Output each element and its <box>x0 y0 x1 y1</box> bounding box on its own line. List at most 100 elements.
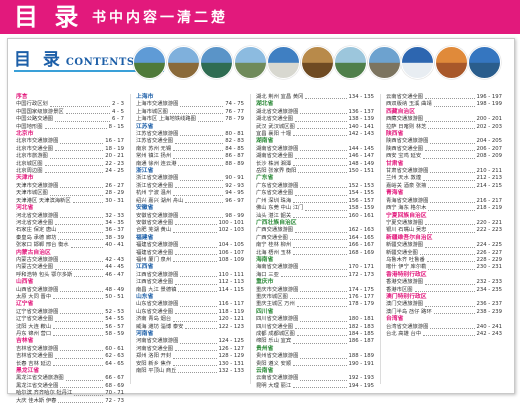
toc-entry-page: 62 - 63 <box>105 353 124 360</box>
leader-dots <box>293 383 347 389</box>
toc-entry-title: 广东省交通全图 <box>256 190 294 197</box>
toc-entry: 济南 青岛 烟台 120 - 121 <box>136 316 244 323</box>
leader-dots <box>300 353 347 359</box>
toc-entry-page: 144 - 145 <box>348 145 375 152</box>
toc-entry-page: 6 - 7 <box>111 116 124 123</box>
leader-dots <box>295 190 347 196</box>
leader-dots <box>428 183 475 189</box>
leader-dots <box>185 324 217 329</box>
leader-dots <box>173 353 217 359</box>
leader-dots <box>289 294 347 300</box>
leader-dots <box>295 227 347 233</box>
leader-dots <box>425 301 475 307</box>
toc-entry-title: 武汉 武汉城区图 <box>256 123 295 130</box>
toc-entry: 合肥 芜湖 黄山 102 - 103 <box>136 227 244 234</box>
leader-dots <box>55 353 104 359</box>
leader-dots <box>44 161 104 167</box>
toc-section-heading: 台湾省 <box>386 316 404 323</box>
toc-entry-page: 194 - 195 <box>348 382 375 389</box>
toc-entry-title: 南阳 平顶山 商丘 <box>136 368 177 375</box>
toc-entry: 西双版纳 玉溪 曲靖 198 - 199 <box>386 101 502 108</box>
leader-dots <box>300 183 347 189</box>
leader-dots <box>175 346 217 352</box>
toc-column-1: 序言 中国行政区划 2 - 3 中国国家级旅游景区 4 - 5 中国公路交通图 6 - 7中… <box>16 94 124 404</box>
toc-column-2: 上海市 上海市交通旅游图 74 - 75 上海市城区图 76 - 77 上海市区 上海地铁… <box>136 94 244 384</box>
leader-dots <box>423 175 475 181</box>
leader-dots <box>414 287 475 292</box>
toc-entry-page: 92 - 93 <box>225 182 244 189</box>
toc-entry-page: 148 - 149 <box>348 160 375 167</box>
leader-dots <box>185 198 224 204</box>
toc-entry-title: 中国公路交通图 <box>16 116 54 123</box>
toc-entry-page: 66 - 67 <box>105 375 124 382</box>
toc-entry-page: 214 - 215 <box>476 182 503 189</box>
toc-entry-page: 138 - 139 <box>348 116 375 123</box>
title-banner: 目 录 书中内容一清二楚 <box>0 0 520 34</box>
toc-entry-page: 146 - 147 <box>348 153 375 160</box>
toc-entry: 郑州 洛阳 开封 128 - 129 <box>136 353 244 360</box>
toc-entry: 喀什 伊宁 库尔勒 230 - 231 <box>386 264 502 271</box>
toc-entry: 威海 潍坊 淄博 泰安 122 - 123 <box>136 324 244 331</box>
toc-entry-page: 56 - 57 <box>105 323 124 330</box>
toc-entry: 辽宁省交通全图 54 - 55 <box>16 316 124 323</box>
toc-entry-page: 28 - 29 <box>105 190 124 197</box>
toc-entry-title: 贵阳 遵义 安顺 <box>256 360 292 367</box>
toc-entry-page: 102 - 103 <box>218 227 245 234</box>
leader-dots <box>74 272 104 278</box>
column-divider <box>250 94 251 384</box>
leader-dots <box>180 301 217 307</box>
toc-entry: 岳阳 张家界 衡阳 150 - 151 <box>256 168 374 175</box>
toc-entry: 嘉峪关 酒泉 张掖 214 - 215 <box>386 183 502 190</box>
toc-entry-title: 长春 吉林 延边 <box>16 360 52 367</box>
toc-entry: 沈阳 大连 鞍山 56 - 57 <box>16 324 124 331</box>
leader-dots <box>53 294 104 300</box>
toc-entry-title: 沈阳 大连 鞍山 <box>16 323 52 330</box>
toc-entry-page: 130 - 131 <box>218 360 245 367</box>
toc-entry-page: 170 - 171 <box>348 264 375 271</box>
column-divider <box>380 94 381 384</box>
leader-dots <box>430 324 475 329</box>
toc-entry-page: 186 - 187 <box>348 338 375 345</box>
leader-dots <box>65 109 110 115</box>
toc-entry-title: 西宁 海东 格尔木 <box>386 205 427 212</box>
toc-entry: 拉萨 日喀则 林芝 202 - 203 <box>386 124 502 131</box>
toc-entry-title: 海南省交通旅游图 <box>256 264 299 271</box>
toc-entry: 新疆交通全图 226 - 227 <box>386 250 502 257</box>
toc-entry: 内蒙古交通全图 44 - 45 <box>16 264 124 271</box>
toc-entry: 浙江省交通旅游图 90 - 91 <box>136 175 244 182</box>
toc-entry-title: 江西省交通全图 <box>136 279 174 286</box>
toc-entry-page: 122 - 123 <box>218 323 245 330</box>
toc-entry-page: 238 - 239 <box>476 308 503 315</box>
leader-dots <box>293 361 347 367</box>
toc-entry: 湖北省交通全图 138 - 139 <box>256 116 374 123</box>
toc-entry-page: 46 - 47 <box>105 271 124 278</box>
toc-entry-title: 拉萨 日喀则 林芝 <box>386 123 427 130</box>
toc-entry: 云南省交通旅游图 192 - 193 <box>256 375 374 382</box>
toc-entry-page: 152 - 153 <box>348 182 375 189</box>
toc-section-heading: 内蒙古自治区 <box>16 249 51 256</box>
leader-dots <box>53 324 104 329</box>
photo-buddha-statue <box>300 46 334 79</box>
toc-entry-title: 山东省交通旅游图 <box>136 301 179 308</box>
toc-entry-title: 黑龙江省交通旅游图 <box>16 375 64 382</box>
toc-entry-title: 安阳 新乡 焦作 <box>136 360 172 367</box>
toc-entry: 天津市城区图 28 - 29 <box>16 190 124 197</box>
banner-subtitle: 书中内容一清二楚 <box>92 10 228 26</box>
toc-section-heading: 天津市 <box>16 175 34 182</box>
toc-entry-page: 158 - 159 <box>348 205 375 212</box>
toc-entry-page: 212 - 213 <box>476 175 503 182</box>
toc-entry-page: 50 - 51 <box>105 293 124 300</box>
toc-entry-page: 132 - 133 <box>218 368 245 375</box>
toc-entry-title: 广西交通全图 <box>256 234 288 241</box>
leader-dots <box>293 161 347 167</box>
toc-entry-title: 吉林省交通全图 <box>16 353 54 360</box>
toc-entry-page: 100 - 101 <box>218 219 245 226</box>
toc-entry: 重庆市交通旅游图 174 - 175 <box>256 287 374 294</box>
toc-entry-page: 18 - 19 <box>105 145 124 152</box>
toc-entry-page: 48 - 49 <box>105 286 124 293</box>
leader-dots <box>173 361 217 367</box>
toc-entry-page: 232 - 233 <box>476 279 503 286</box>
toc-entry-title: 四川省交通旅游图 <box>256 316 299 323</box>
toc-entry-title: 福建省交通旅游图 <box>136 242 179 249</box>
toc-entry-page: 120 - 121 <box>218 316 245 323</box>
